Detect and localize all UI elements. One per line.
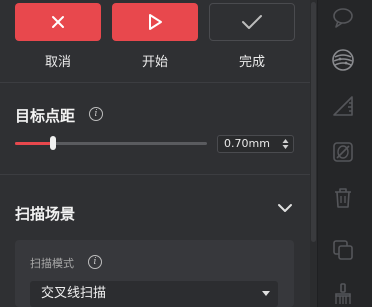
scan-settings-panel: 取消 开始 完成 目标点距 i 0.70mm 扫描场景 扫描模式 i 交叉线扫描	[0, 0, 310, 307]
scan-scene-title: 扫描场景	[15, 205, 76, 223]
divider	[0, 174, 310, 175]
trash-icon[interactable]	[331, 186, 355, 210]
cancel-button[interactable]	[15, 3, 101, 41]
triangle-ruler-icon[interactable]	[331, 94, 355, 118]
texture-icon[interactable]	[331, 48, 355, 72]
slider-fill	[15, 142, 53, 145]
info-icon[interactable]: i	[89, 107, 103, 121]
brush-icon[interactable]	[331, 282, 355, 306]
start-action: 开始	[112, 3, 198, 70]
divider	[0, 82, 310, 83]
scrollbar-thumb[interactable]	[311, 2, 316, 242]
spacing-slider[interactable]	[15, 136, 207, 150]
done-label: 完成	[238, 55, 265, 70]
cancel-action: 取消	[15, 3, 101, 70]
info-icon[interactable]: i	[88, 255, 102, 269]
caret-down-icon	[262, 291, 270, 296]
cancel-label: 取消	[44, 55, 71, 70]
scan-mode-value: 交叉线扫描	[41, 286, 107, 301]
comment-icon[interactable]	[331, 6, 355, 30]
chevron-down-icon[interactable]	[277, 203, 293, 213]
spacing-input[interactable]: 0.70mm	[217, 135, 294, 153]
done-button[interactable]	[209, 3, 295, 41]
close-icon	[52, 16, 64, 28]
scrollbar[interactable]	[310, 0, 317, 307]
target-spacing-title: 目标点距	[15, 107, 76, 125]
spacing-value: 0.70mm	[224, 137, 270, 150]
play-icon	[149, 14, 162, 30]
start-button[interactable]	[112, 3, 198, 41]
check-icon	[242, 15, 262, 29]
scan-mode-select[interactable]: 交叉线扫描	[30, 281, 278, 307]
copy-icon[interactable]	[331, 238, 355, 262]
stepper-icon[interactable]	[282, 138, 289, 150]
start-label: 开始	[141, 55, 168, 70]
scan-scene-box: 扫描模式 i 交叉线扫描	[15, 240, 294, 307]
action-bar: 取消 开始 完成	[15, 3, 295, 73]
slider-thumb[interactable]	[50, 136, 56, 150]
hide-icon[interactable]	[331, 140, 355, 164]
done-action: 完成	[209, 3, 295, 70]
scan-mode-label: 扫描模式	[30, 257, 74, 270]
